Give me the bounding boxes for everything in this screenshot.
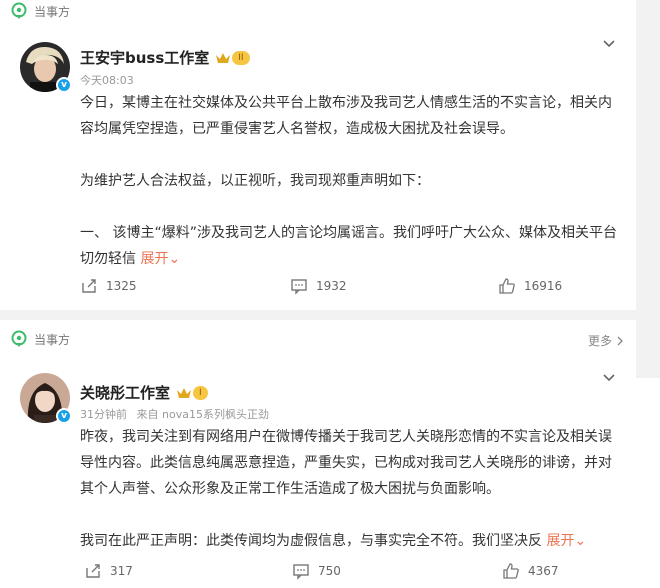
- like-icon: [499, 278, 515, 294]
- paragraph: 今日，某博主在社交媒体及公共平台上散布涉及我司艺人情感生活的不实言论，相关内容均…: [80, 95, 612, 137]
- header-label: 当事方: [34, 4, 71, 19]
- rank-level: II: [232, 50, 250, 65]
- paragraph: 我司在此严正声明：此类传闻均为虚假信息，与事实完全不符。我们坚决反 展开⌄: [80, 528, 620, 554]
- comment-count: 1932: [316, 279, 347, 293]
- location-pin-icon: [11, 2, 27, 19]
- verified-icon: v: [56, 408, 72, 424]
- expand-link[interactable]: 展开⌄: [140, 251, 180, 267]
- like-button[interactable]: 4367: [502, 562, 559, 580]
- more-link[interactable]: 更多: [588, 332, 624, 349]
- rank-badge: II: [215, 50, 250, 66]
- comment-icon: [293, 564, 309, 580]
- paragraph: 为维护艺人合法权益，以正视听，我司现郑重声明如下：: [80, 173, 430, 189]
- post-header: 当事方: [10, 330, 70, 348]
- repost-button[interactable]: 1325: [80, 277, 137, 295]
- post-text: 昨夜，我司关注到有网络用户在微博传播关于我司艺人关晓彤恋情的不实言论及相关误导性…: [80, 424, 620, 554]
- action-bar: 1325 1932 16916: [0, 277, 636, 301]
- action-bar: 317 750 4367: [0, 562, 636, 586]
- author-name[interactable]: 王安宇buss工作室: [80, 47, 209, 68]
- weibo-post: 当事方 v 王安宇buss工作室 II 今天08:03 今日，某博主在社交媒体及…: [0, 0, 636, 310]
- rank-badge: I: [176, 385, 208, 401]
- post-time: 31分钟前: [80, 408, 127, 421]
- chevron-down-icon[interactable]: [602, 370, 616, 384]
- comment-icon: [291, 279, 307, 295]
- paragraph: 昨夜，我司关注到有网络用户在微博传播关于我司艺人关晓彤恋情的不实言论及相关误导性…: [80, 429, 612, 497]
- repost-icon: [82, 279, 96, 293]
- like-icon: [503, 563, 519, 579]
- post-meta: 31分钟前 来自 nova15系列枫头正劲: [80, 406, 269, 422]
- author-row: 王安宇buss工作室 II: [80, 47, 250, 68]
- paragraph-text: 我司在此严正声明：此类传闻均为虚假信息，与事实完全不符。我们坚决反: [80, 533, 542, 549]
- location-pin-icon: [11, 330, 27, 347]
- like-count: 16916: [524, 279, 563, 293]
- post-time: 今天08:03: [80, 74, 134, 87]
- like-button[interactable]: 16916: [498, 277, 562, 295]
- post-header: 当事方: [10, 2, 70, 20]
- post-text: 今日，某博主在社交媒体及公共平台上散布涉及我司艺人情感生活的不实言论，相关内容均…: [80, 90, 620, 272]
- repost-count: 317: [110, 564, 133, 578]
- post-source[interactable]: 来自 nova15系列枫头正劲: [137, 408, 269, 421]
- author-row: 关晓彤工作室 I: [80, 382, 208, 403]
- crown-icon: [216, 52, 231, 63]
- paragraph: 一、 该博主“爆料”涉及我司艺人的言论均属谣言。我们呼吁广大公众、媒体及相关平台…: [80, 220, 620, 272]
- repost-button[interactable]: 317: [84, 562, 133, 580]
- like-count: 4367: [528, 564, 559, 578]
- chevron-down-icon[interactable]: [602, 36, 616, 50]
- author-name[interactable]: 关晓彤工作室: [80, 382, 170, 403]
- repost-icon: [86, 564, 100, 578]
- rank-level: I: [193, 385, 208, 400]
- weibo-post: 当事方 更多 v 关晓彤工作室 I 31分钟前 来自 nova15系列枫头正劲: [0, 320, 636, 588]
- repost-count: 1325: [106, 279, 137, 293]
- crown-icon: [177, 387, 192, 398]
- verified-icon: v: [56, 77, 72, 93]
- expand-link[interactable]: 展开⌄: [546, 533, 586, 549]
- page-edge-panel: [636, 378, 660, 588]
- comment-button[interactable]: 750: [292, 562, 341, 580]
- comment-button[interactable]: 1932: [290, 277, 347, 295]
- chevron-right-icon: [617, 336, 623, 345]
- more-label[interactable]: 更多: [588, 332, 612, 349]
- comment-count: 750: [318, 564, 341, 578]
- header-label: 当事方: [34, 332, 71, 347]
